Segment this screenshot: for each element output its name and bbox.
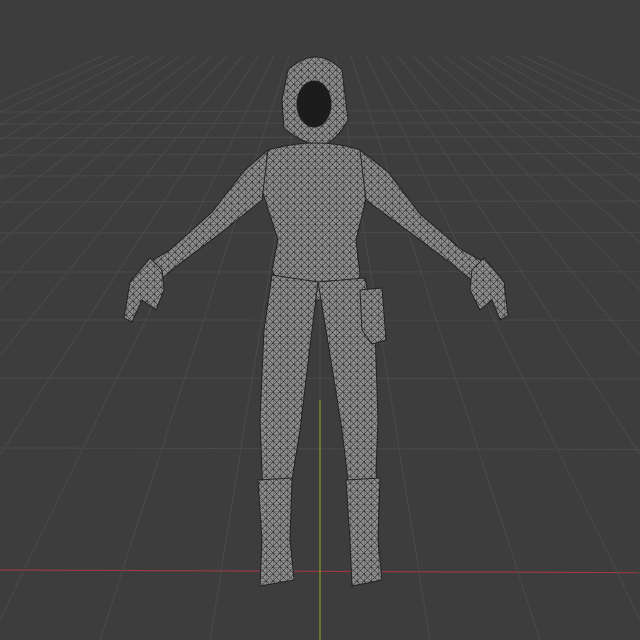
- left-boot: [257, 477, 295, 587]
- 3d-viewport[interactable]: [0, 0, 640, 640]
- left-hand: [123, 257, 165, 323]
- right-hand: [469, 257, 509, 321]
- face: [296, 80, 332, 128]
- wireframe-character-mesh[interactable]: [0, 0, 640, 640]
- left-arm: [149, 148, 269, 281]
- right-arm: [359, 148, 485, 283]
- right-boot: [345, 477, 383, 587]
